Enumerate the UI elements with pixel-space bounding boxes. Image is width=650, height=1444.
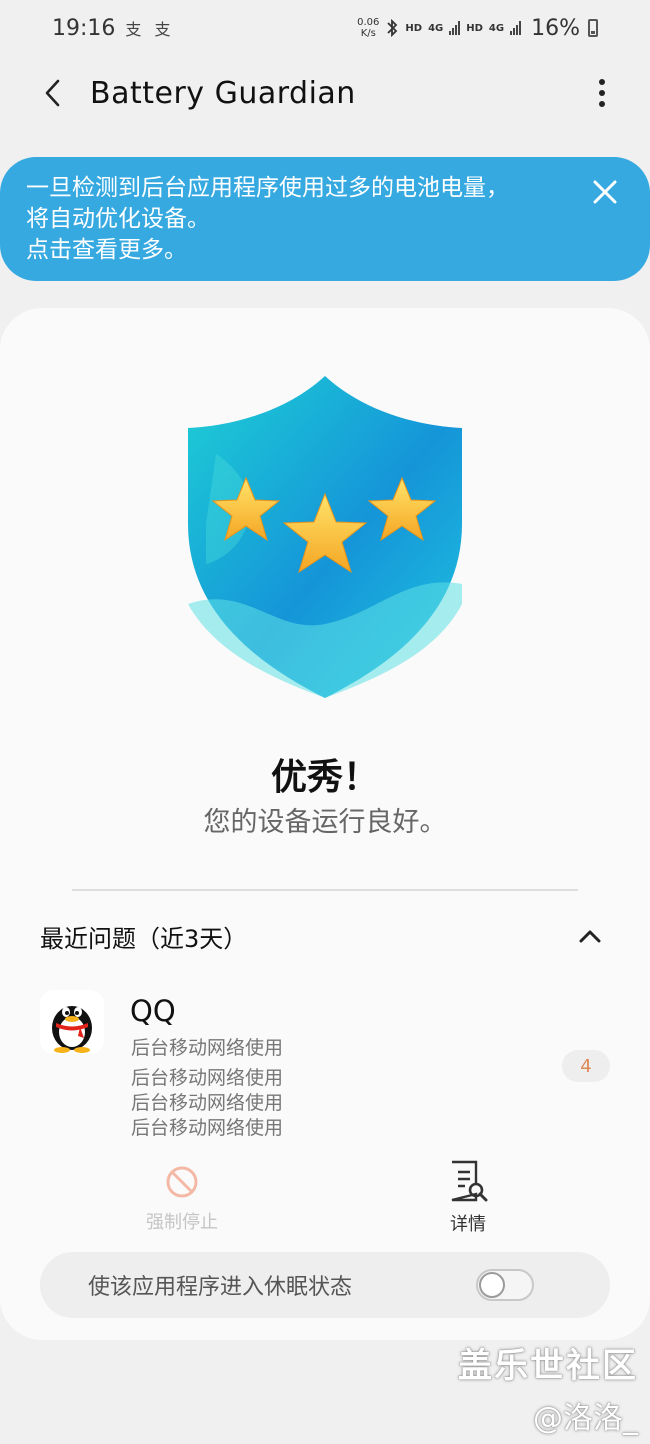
usage-item: 后台移动网络使用 (131, 1037, 284, 1059)
back-button[interactable] (28, 68, 78, 118)
signal-icon (449, 21, 461, 35)
signal-icon-2 (510, 21, 522, 35)
back-arrow-icon (45, 79, 60, 107)
app-header: Battery Guardian (0, 60, 650, 126)
app-name: QQ (130, 994, 176, 1028)
status-bar: 19:16 支 支 0.06 K/s HD 4G HD 4G 16% (0, 0, 650, 56)
watermark-line-2: @洛洛_ (533, 1401, 638, 1436)
more-options-button[interactable] (590, 73, 614, 113)
sleep-app-label: 使该应用程序进入休眠状态 (88, 1275, 353, 1300)
prohibited-icon (166, 1166, 198, 1198)
lte-label-1: 4G (428, 22, 444, 34)
battery-percent: 16% (531, 15, 580, 41)
chevron-up-icon (579, 930, 601, 943)
banner-line-2: 将自动优化设备。 (26, 206, 210, 232)
close-icon (593, 180, 617, 204)
rating-title: 优秀！ (270, 757, 379, 798)
bluetooth-icon (387, 19, 398, 37)
notification-icons: 支 支 (125, 20, 175, 39)
toggle-knob (479, 1272, 505, 1298)
status-time: 19:16 (52, 15, 116, 41)
network-speed: 0.06 K/s (357, 17, 379, 39)
shield-three-stars-icon (186, 374, 464, 700)
lte-label-2: 4G (488, 22, 505, 34)
collapse-button[interactable] (570, 916, 610, 956)
details-label: 详情 (450, 1214, 486, 1235)
sleep-toggle[interactable] (476, 1269, 534, 1301)
usage-item: 后台移动网络使用 (131, 1117, 284, 1139)
force-stop-button[interactable]: 强制停止 (132, 1164, 232, 1234)
recent-issues-header[interactable]: 最近问题（近3天） (40, 914, 610, 958)
banner-close-button[interactable] (588, 175, 622, 209)
auto-optimize-banner[interactable]: 一旦检测到后台应用程序使用过多的电池电量， 将自动优化设备。 点击查看更多。 (0, 157, 650, 281)
details-button[interactable]: 详情 (418, 1160, 518, 1236)
issue-count-badge: 4 (562, 1050, 610, 1082)
hd-label-1: HD (405, 22, 423, 34)
rating-subtitle: 您的设备运行良好。 (203, 807, 447, 838)
document-search-icon (451, 1160, 488, 1202)
status-indicators: 0.06 K/s HD 4G HD 4G 16% (357, 16, 598, 41)
force-stop-label: 强制停止 (146, 1212, 218, 1233)
usage-item: 后台移动网络使用 (131, 1092, 284, 1114)
page-title: Battery Guardian (90, 75, 356, 111)
recent-issues-title: 最近问题（近3天） (40, 924, 248, 953)
banner-line-1: 一旦检测到后台应用程序使用过多的电池电量， (26, 175, 509, 201)
status-card: 优秀！ 您的设备运行良好。 最近问题（近3天） QQ 后台移动网络使用 后台移动… (0, 308, 650, 1340)
divider (72, 889, 578, 891)
watermark: 盖乐世社区 @洛洛_ (458, 1338, 638, 1437)
qq-penguin-icon (40, 990, 104, 1054)
usage-item: 后台移动网络使用 (131, 1067, 284, 1089)
watermark-line-1: 盖乐世社区 (458, 1346, 638, 1386)
battery-icon (588, 19, 598, 37)
network-speed-unit: K/s (360, 28, 376, 39)
hd-label-2: HD (466, 22, 483, 34)
banner-line-3: 点击查看更多。 (26, 237, 187, 263)
usage-list: 后台移动网络使用 后台移动网络使用 后台移动网络使用 后台移动网络使用 (131, 1036, 283, 1141)
network-speed-value: 0.06 (357, 17, 380, 28)
more-options-icon (599, 79, 605, 85)
sleep-app-row[interactable]: 使该应用程序进入休眠状态 (40, 1252, 610, 1318)
